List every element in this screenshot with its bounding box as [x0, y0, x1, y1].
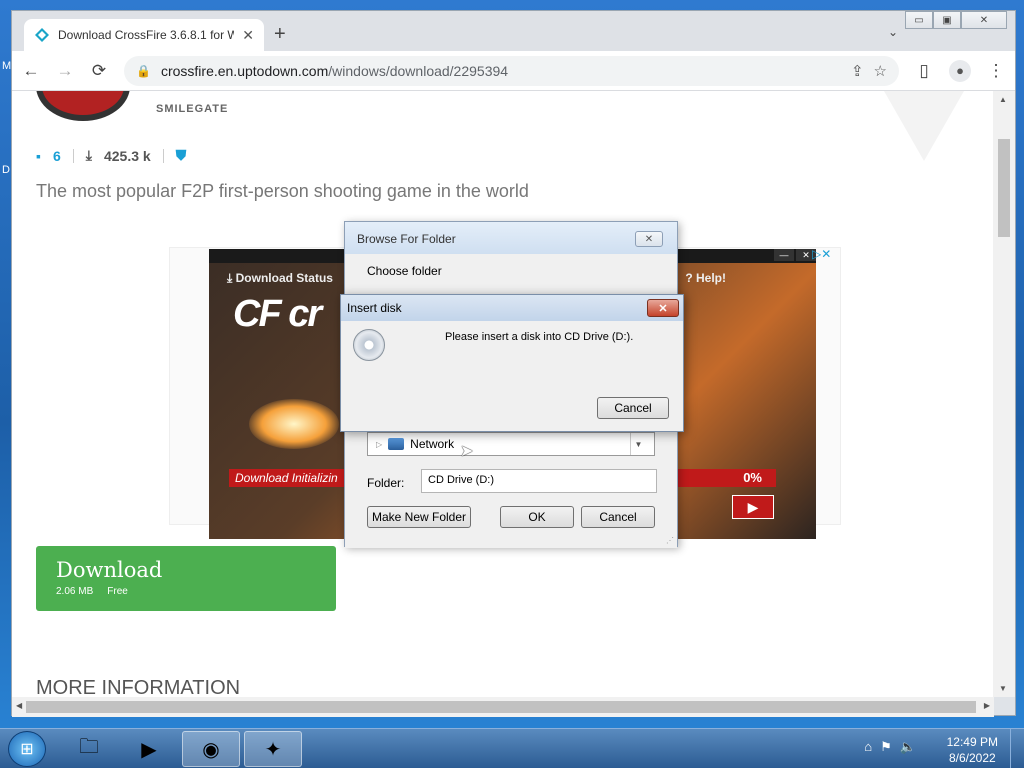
desktop-label: D	[2, 164, 10, 176]
dialog-title: Insert disk	[347, 301, 402, 315]
vertical-scrollbar[interactable]: ▲ ▼	[993, 91, 1015, 697]
browser-toolbar: ← → ⟳ 🔒 crossfire.en.uptodown.com/window…	[12, 51, 1015, 91]
download-button-label: Download	[56, 558, 163, 582]
network-icon	[388, 438, 405, 450]
download-count: 425.3 k	[103, 147, 151, 164]
decorative-shape	[884, 91, 964, 161]
more-info-heading: MORE INFORMATION	[36, 677, 241, 697]
close-dialog-button[interactable]: ✕	[647, 299, 679, 317]
horizontal-scrollbar[interactable]: ◀ ▶	[12, 697, 994, 717]
insert-disk-dialog: Insert disk ✕ Please insert a disk into …	[340, 294, 684, 432]
forward-icon[interactable]: →	[56, 61, 74, 81]
tab-search-icon[interactable]: ⌄	[888, 25, 898, 39]
muzzle-flash	[249, 399, 339, 449]
comments-icon[interactable]: ▪	[36, 148, 41, 164]
network-tray-icon[interactable]: ⌂	[864, 739, 872, 755]
license: Free	[107, 586, 128, 597]
side-panel-icon[interactable]: ▯	[915, 61, 933, 81]
ok-button[interactable]: OK	[500, 506, 574, 528]
url-text: crossfire.en.uptodown.com/windows/downlo…	[161, 63, 841, 79]
action-center-icon[interactable]: ⚑	[880, 739, 892, 755]
minimize-button[interactable]: ▭	[905, 11, 933, 29]
close-window-button[interactable]: ✕	[961, 11, 1007, 29]
close-dialog-button[interactable]: ✕	[635, 231, 663, 247]
expand-arrow-icon[interactable]: ▷	[376, 440, 382, 449]
desktop-label: M	[2, 60, 12, 72]
cancel-button[interactable]: Cancel	[597, 397, 669, 419]
address-bar[interactable]: 🔒 crossfire.en.uptodown.com/windows/down…	[124, 55, 899, 86]
ad-download-status[interactable]: ⤓ Download Status	[227, 271, 333, 286]
scroll-down-icon[interactable]: ▼	[999, 684, 1007, 693]
make-new-folder-button[interactable]: Make New Folder	[367, 506, 471, 528]
dialog-instruction: Choose folder	[367, 264, 442, 278]
clock-time: 12:49 PM	[946, 735, 998, 749]
divider	[162, 148, 164, 163]
clock[interactable]: 12:49 PM 8/6/2022	[947, 734, 998, 766]
scroll-left-icon[interactable]: ◀	[16, 701, 22, 710]
scroll-up-icon[interactable]: ▲	[999, 95, 1007, 104]
verified-shield-icon: ⛊	[175, 147, 187, 163]
maximize-button[interactable]: ▣	[933, 11, 961, 29]
url-host: crossfire.en.uptodown.com	[160, 62, 329, 79]
ad-help[interactable]: ? Help!	[685, 271, 726, 285]
tab-strip: Download CrossFire 3.6.8.1 for W ✕ + ⌄ ▭…	[12, 11, 1015, 51]
show-desktop-button[interactable]	[1010, 729, 1024, 768]
divider	[72, 148, 74, 163]
publisher-name[interactable]: SMILEGATE	[156, 103, 228, 115]
cd-drive-icon	[353, 329, 385, 361]
crossfire-taskbar-icon[interactable]: ✦	[244, 731, 302, 767]
reload-icon[interactable]: ⟳	[90, 61, 108, 81]
ad-controls: — ✕	[774, 249, 816, 261]
back-icon[interactable]: ←	[22, 61, 40, 81]
system-tray: ⌂ ⚑ 🔈	[864, 739, 916, 755]
dropdown-arrow-icon[interactable]: ▼	[630, 433, 646, 455]
dialog-title: Browse For Folder	[357, 232, 456, 246]
scroll-thumb[interactable]	[26, 701, 976, 713]
download-count-icon: ⤓	[85, 147, 92, 163]
tab-title: Download CrossFire 3.6.8.1 for W	[58, 28, 235, 42]
resize-grip-icon[interactable]: ⋰	[666, 536, 674, 545]
ad-progress-percent: 0%	[743, 470, 762, 485]
app-tagline: The most popular F2P first-person shooti…	[36, 181, 529, 201]
share-icon[interactable]: ⇪	[851, 62, 864, 80]
new-tab-button[interactable]: +	[274, 23, 286, 46]
download-button[interactable]: Download 2.06 MB Free	[36, 546, 336, 611]
cancel-button[interactable]: Cancel	[581, 506, 655, 528]
lock-icon[interactable]: 🔒	[136, 64, 151, 78]
browser-tab[interactable]: Download CrossFire 3.6.8.1 for W ✕	[24, 19, 264, 51]
dialog-message: Please insert a disk into CD Drive (D:).	[445, 331, 634, 343]
chrome-taskbar-icon[interactable]: ◉	[182, 731, 240, 767]
ad-minimize-icon[interactable]: —	[774, 249, 794, 261]
folder-input[interactable]: CD Drive (D:)	[421, 469, 657, 493]
app-stats: ▪ 6 ⤓ 425.3 k ⛊	[36, 147, 186, 164]
tree-item-label: Network	[410, 437, 455, 451]
media-player-taskbar-icon[interactable]: ▶	[120, 731, 178, 767]
crossfire-logo: CF cr	[233, 293, 322, 335]
volume-icon[interactable]: 🔈	[900, 739, 916, 755]
folder-tree-item-network[interactable]: ▷ Network ▼	[367, 432, 655, 456]
menu-icon[interactable]: ⋮	[987, 61, 1005, 81]
comments-count[interactable]: 6	[53, 148, 61, 164]
close-tab-icon[interactable]: ✕	[242, 27, 254, 44]
file-size: 2.06 MB	[56, 586, 94, 597]
url-path: /windows/download/2295394	[328, 62, 509, 79]
start-button[interactable]: ⊞	[8, 731, 46, 767]
bookmark-star-icon[interactable]: ☆	[874, 62, 887, 80]
explorer-taskbar-icon[interactable]: 🗀	[60, 731, 118, 767]
adchoices-icon[interactable]: ▷✕	[812, 247, 831, 261]
mouse-cursor-icon: ➤	[460, 443, 474, 460]
scroll-right-icon[interactable]: ▶	[984, 701, 990, 710]
ad-play-button[interactable]: ▶	[732, 495, 774, 519]
download-details: 2.06 MB Free	[56, 586, 316, 597]
scroll-thumb[interactable]	[998, 139, 1010, 237]
taskbar: ⊞ 🗀 ▶ ◉ ✦ ⌂ ⚑ 🔈 12:49 PM 8/6/2022	[0, 728, 1024, 768]
clock-date: 8/6/2022	[948, 751, 996, 765]
app-logo	[36, 91, 130, 121]
dialog-titlebar[interactable]: Browse For Folder ✕	[345, 222, 677, 254]
folder-label: Folder:	[367, 476, 405, 490]
profile-avatar[interactable]: ●	[949, 59, 971, 82]
dialog-titlebar[interactable]: Insert disk ✕	[341, 295, 683, 321]
window-controls: ▭ ▣ ✕	[905, 11, 1007, 29]
uptodown-favicon-icon	[35, 28, 49, 42]
